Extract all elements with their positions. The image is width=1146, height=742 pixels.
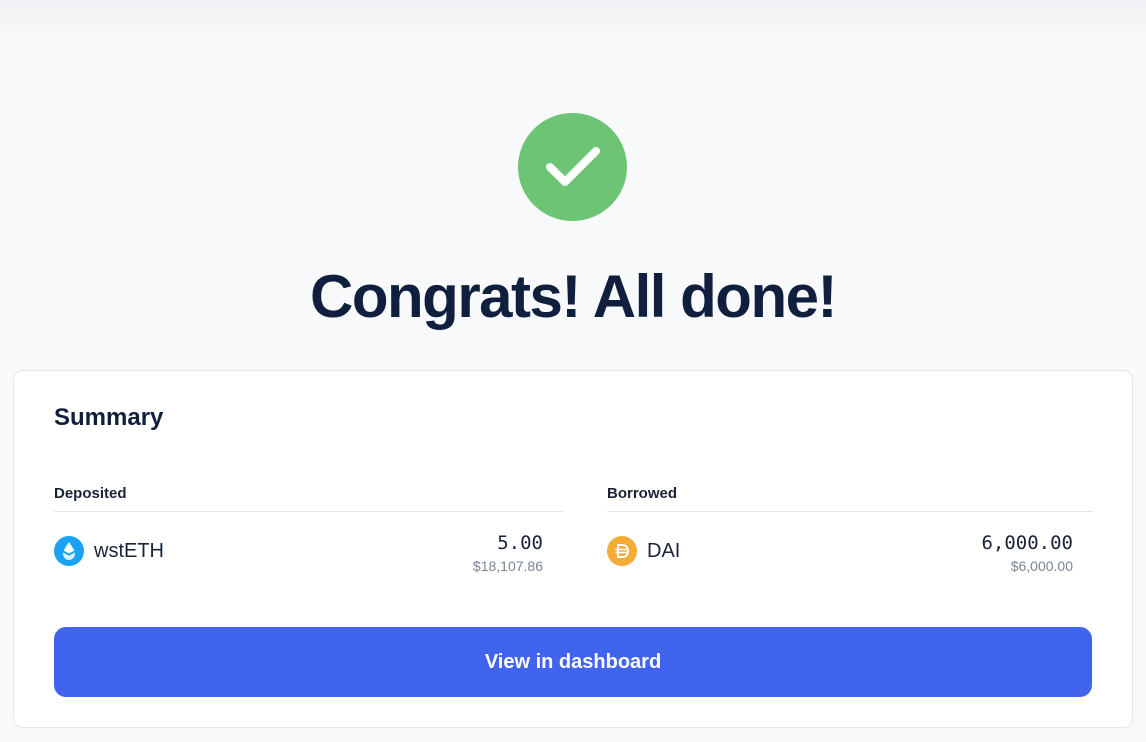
deposited-asset-name: wstETH [94, 540, 164, 562]
deposited-header: Deposited [54, 485, 563, 512]
borrowed-header: Borrowed [607, 485, 1093, 512]
success-headline: Congrats! All done! [310, 263, 837, 330]
deposited-column: Deposited wstETH 5.00 $18,107.86 [54, 485, 563, 574]
wsteth-token-icon [54, 536, 84, 566]
borrowed-column: Borrowed DAI 6,000.00 $6,000.00 [607, 485, 1093, 574]
borrowed-usd-value: $6,000.00 [1010, 558, 1073, 574]
deposited-usd-value: $18,107.86 [472, 558, 543, 574]
success-check-icon [518, 113, 627, 221]
borrowed-asset-name: DAI [647, 540, 681, 562]
view-in-dashboard-button[interactable]: View in dashboard [54, 627, 1092, 697]
borrowed-amount: 6,000.00 [981, 532, 1073, 554]
dai-token-icon [607, 536, 637, 566]
deposited-amount: 5.00 [497, 532, 543, 554]
deposited-asset-row: wstETH 5.00 $18,107.86 [54, 512, 563, 574]
summary-title: Summary [54, 404, 164, 431]
borrowed-asset-row: DAI 6,000.00 $6,000.00 [607, 512, 1093, 574]
summary-card: Summary Deposited wstETH 5.00 $18,107.86… [13, 370, 1133, 728]
top-shade [0, 0, 1146, 40]
